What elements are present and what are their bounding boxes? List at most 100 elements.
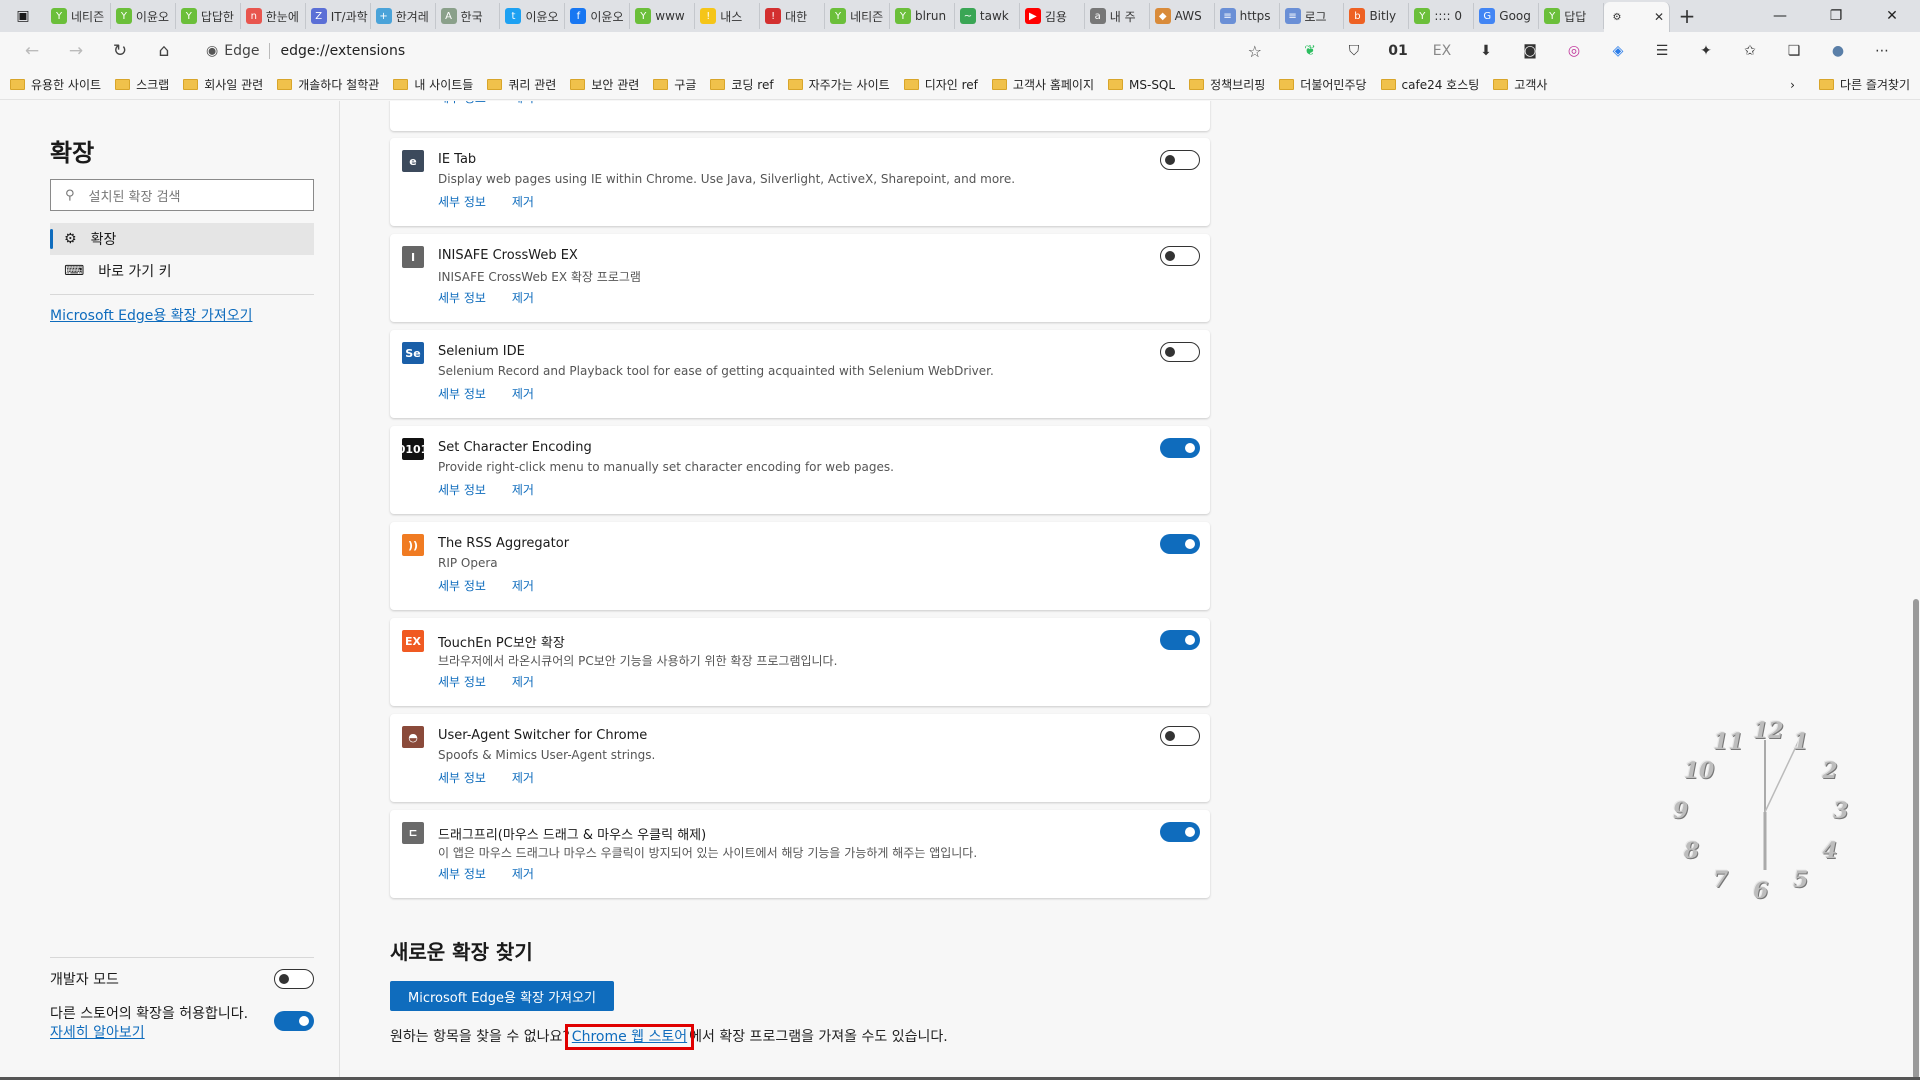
- layers-icon[interactable]: ◈: [1596, 36, 1640, 66]
- bookmark-folder[interactable]: 유용한 사이트: [10, 76, 101, 93]
- evernote-icon[interactable]: ❦: [1288, 36, 1332, 66]
- touchen-icon[interactable]: EX: [1420, 36, 1464, 66]
- remove-link[interactable]: 제거: [512, 195, 534, 209]
- extension-toggle[interactable]: [1160, 150, 1200, 170]
- bookmark-folder[interactable]: 정책브리핑: [1189, 76, 1265, 93]
- browser-tab[interactable]: Y 네티즌: [825, 3, 890, 29]
- forward-button[interactable]: →: [54, 35, 98, 67]
- bookmark-folder[interactable]: 구글: [653, 76, 696, 93]
- details-link[interactable]: 세부 정보: [438, 291, 486, 305]
- bookmark-folder[interactable]: 쿼리 관련: [487, 76, 556, 93]
- rss-icon[interactable]: ☰: [1640, 36, 1684, 66]
- browser-tab[interactable]: ≡ 로그: [1280, 3, 1345, 29]
- remove-link[interactable]: 제거: [512, 771, 534, 785]
- encoding-icon[interactable]: 01: [1376, 36, 1420, 66]
- more-menu-icon[interactable]: ⋯: [1860, 36, 1904, 66]
- allow-other-stores-toggle[interactable]: [274, 1011, 314, 1031]
- bookmark-folder[interactable]: 보안 관련: [570, 76, 639, 93]
- bookmark-folder[interactable]: 디자인 ref: [903, 76, 978, 93]
- bookmark-folder[interactable]: 코딩 ref: [710, 76, 774, 93]
- details-link[interactable]: 세부 정보: [438, 867, 486, 881]
- remove-link[interactable]: 제거: [512, 101, 534, 105]
- get-extensions-button[interactable]: Microsoft Edge용 확장 가져오기: [390, 981, 614, 1011]
- address-bar[interactable]: ◉ Edge edge://extensions ☆: [194, 36, 1274, 66]
- details-link[interactable]: 세부 정보: [438, 101, 486, 105]
- favorites-icon[interactable]: ✩: [1728, 36, 1772, 66]
- browser-tab[interactable]: Y:::: 0: [1409, 3, 1475, 29]
- maximize-button[interactable]: ❐: [1808, 0, 1864, 32]
- developer-mode-toggle[interactable]: [274, 969, 314, 989]
- browser-tab[interactable]: ! 내스: [695, 3, 761, 29]
- close-window-button[interactable]: ✕: [1864, 0, 1920, 32]
- bookmark-folder[interactable]: 회사일 관련: [183, 76, 263, 93]
- details-link[interactable]: 세부 정보: [438, 483, 486, 497]
- browser-tab[interactable]: + 한겨레: [371, 3, 436, 29]
- extension-shield-icon[interactable]: ⛉: [1332, 36, 1376, 66]
- extensions-icon[interactable]: ✦: [1684, 36, 1728, 66]
- bookmark-folder[interactable]: MS-SQL: [1108, 78, 1175, 92]
- browser-tab[interactable]: ~ tawk: [955, 3, 1020, 29]
- browser-tab[interactable]: ◆ AWS: [1150, 3, 1215, 29]
- extension-toggle[interactable]: [1160, 726, 1200, 746]
- details-link[interactable]: 세부 정보: [438, 675, 486, 689]
- remove-link[interactable]: 제거: [512, 387, 534, 401]
- remove-link[interactable]: 제거: [512, 867, 534, 881]
- profile-avatar[interactable]: ●: [1816, 36, 1860, 66]
- close-tab-icon[interactable]: ✕: [1654, 10, 1664, 24]
- browser-tab[interactable]: G Goog: [1474, 3, 1540, 29]
- download-icon[interactable]: ⬇: [1464, 36, 1508, 66]
- browser-tab[interactable]: ! 대한: [760, 3, 826, 29]
- new-tab-button[interactable]: +: [1670, 4, 1704, 28]
- browser-tab[interactable]: Y 답답: [1539, 3, 1604, 29]
- browser-tab[interactable]: Y 이윤오: [111, 3, 176, 29]
- bookmark-folder[interactable]: 고객사: [1493, 76, 1547, 93]
- details-link[interactable]: 세부 정보: [438, 579, 486, 593]
- details-link[interactable]: 세부 정보: [438, 387, 486, 401]
- browser-tab[interactable]: b Bitly: [1344, 3, 1410, 29]
- add-favorite-icon[interactable]: ☆: [1248, 42, 1262, 61]
- extension-toggle[interactable]: [1160, 630, 1200, 650]
- browser-tab[interactable]: f 이윤오: [565, 3, 631, 29]
- browser-tab[interactable]: ≡ https: [1215, 3, 1280, 29]
- back-button[interactable]: ←: [10, 35, 54, 67]
- get-extensions-link[interactable]: Microsoft Edge용 확장 가져오기: [50, 305, 252, 325]
- sidebar-item-shortcuts[interactable]: ⌨ 바로 가기 키: [50, 255, 314, 287]
- page-scrollbar[interactable]: [1912, 101, 1920, 1080]
- extension-toggle[interactable]: [1160, 534, 1200, 554]
- chrome-web-store-link[interactable]: Chrome 웹 스토어: [564, 1024, 695, 1050]
- bookmark-folder[interactable]: 고객사 홈페이지: [991, 76, 1094, 93]
- tab-extensions-active[interactable]: ⚙ ✕: [1604, 2, 1670, 32]
- extension-toggle[interactable]: [1160, 822, 1200, 842]
- refresh-button[interactable]: ↻: [98, 35, 142, 67]
- search-input[interactable]: ⚲ 설치된 확장 검색: [50, 179, 314, 211]
- bookmark-folder[interactable]: 자주가는 사이트: [787, 76, 890, 93]
- browser-tab[interactable]: n 한눈에: [241, 3, 306, 29]
- browser-tab[interactable]: Y 답답한: [176, 3, 241, 29]
- minimize-button[interactable]: —: [1752, 0, 1808, 32]
- tab-actions-menu[interactable]: ▣: [0, 0, 46, 32]
- bookmarks-overflow[interactable]: › 다른 즐겨찾기: [1790, 76, 1910, 93]
- remove-link[interactable]: 제거: [512, 675, 534, 689]
- browser-tab[interactable]: Z IT/과학: [306, 3, 371, 29]
- color-picker-icon[interactable]: ◎: [1552, 36, 1596, 66]
- details-link[interactable]: 세부 정보: [438, 195, 486, 209]
- browser-tab[interactable]: A 한국: [436, 3, 501, 29]
- extension-toggle[interactable]: [1160, 342, 1200, 362]
- browser-tab[interactable]: Ywww: [630, 3, 696, 29]
- bookmark-folder[interactable]: 스크랩: [115, 76, 169, 93]
- home-button[interactable]: ⌂: [142, 35, 186, 67]
- scrollbar-thumb[interactable]: [1913, 599, 1919, 1079]
- learn-more-link[interactable]: 자세히 알아보기: [50, 1025, 145, 1041]
- bookmark-folder[interactable]: cafe24 호스팅: [1380, 76, 1479, 93]
- url-text[interactable]: edge://extensions: [280, 43, 405, 59]
- browser-tab[interactable]: Yblrun: [890, 3, 955, 29]
- browser-tab[interactable]: a내 주: [1085, 3, 1150, 29]
- sidebar-item-extensions[interactable]: ⚙ 확장: [50, 223, 314, 255]
- remove-link[interactable]: 제거: [512, 579, 534, 593]
- browser-tab[interactable]: Y 네티즌: [46, 3, 111, 29]
- remove-link[interactable]: 제거: [512, 483, 534, 497]
- details-link[interactable]: 세부 정보: [438, 771, 486, 785]
- remove-link[interactable]: 제거: [512, 291, 534, 305]
- bookmark-folder[interactable]: 개솔하다 철학관: [277, 76, 379, 93]
- collections-icon[interactable]: ❏: [1772, 36, 1816, 66]
